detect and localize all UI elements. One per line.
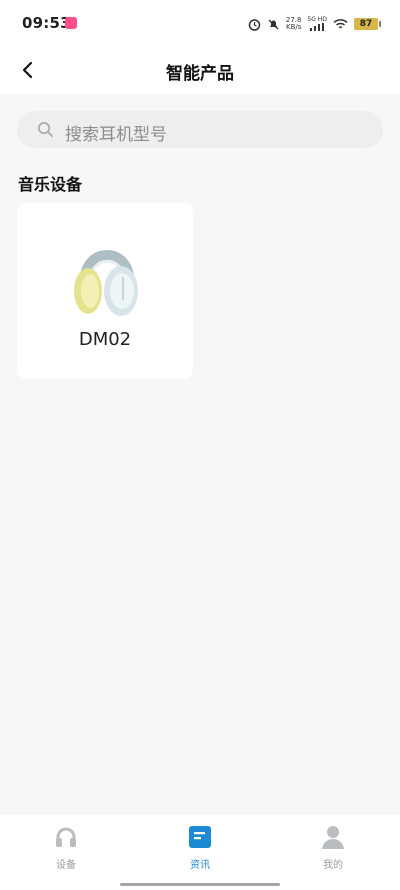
search-input[interactable]: 搜索耳机型号 bbox=[17, 111, 383, 148]
section-title: 音乐设备 bbox=[18, 175, 83, 194]
product-card-dm02[interactable]: DM02 bbox=[17, 203, 193, 379]
signal-icon bbox=[310, 22, 325, 31]
nav-label-profile: 我的 bbox=[323, 860, 343, 871]
signal-indicator: 5G HD bbox=[307, 16, 327, 33]
headphones-image bbox=[74, 250, 138, 316]
headphones-icon bbox=[56, 827, 76, 847]
page-title: 智能产品 bbox=[166, 64, 234, 84]
bottom-navigation: 设备 资讯 我的 bbox=[0, 813, 400, 890]
signal-label: 5G HD bbox=[307, 15, 327, 23]
wifi-icon bbox=[333, 19, 348, 29]
nav-label-news: 资讯 bbox=[190, 860, 210, 871]
home-indicator[interactable] bbox=[120, 883, 280, 886]
network-speed-unit: KB/s bbox=[285, 23, 302, 31]
news-icon bbox=[189, 826, 211, 848]
battery-indicator: 87 bbox=[354, 18, 381, 30]
status-icons: 27.8 KB/s 5G HD 87 bbox=[248, 14, 381, 34]
nav-label-devices: 设备 bbox=[56, 860, 76, 871]
search-placeholder: 搜索耳机型号 bbox=[65, 125, 167, 145]
nav-item-news[interactable]: 资讯 bbox=[155, 824, 245, 872]
nav-item-profile[interactable]: 我的 bbox=[288, 824, 378, 872]
status-bar: 09:53 27.8 KB/s 5G HD 87 bbox=[0, 0, 400, 46]
search-icon bbox=[38, 122, 53, 137]
profile-icon bbox=[322, 826, 344, 849]
product-name: DM02 bbox=[78, 329, 132, 350]
network-speed: 27.8 KB/s bbox=[286, 17, 302, 31]
app-notification-icon bbox=[65, 17, 77, 29]
mute-icon bbox=[268, 19, 279, 29]
alarm-icon bbox=[248, 18, 261, 31]
app-header: 智能产品 bbox=[0, 46, 400, 94]
nav-item-devices[interactable]: 设备 bbox=[21, 824, 111, 872]
status-time: 09:53 bbox=[22, 14, 71, 32]
